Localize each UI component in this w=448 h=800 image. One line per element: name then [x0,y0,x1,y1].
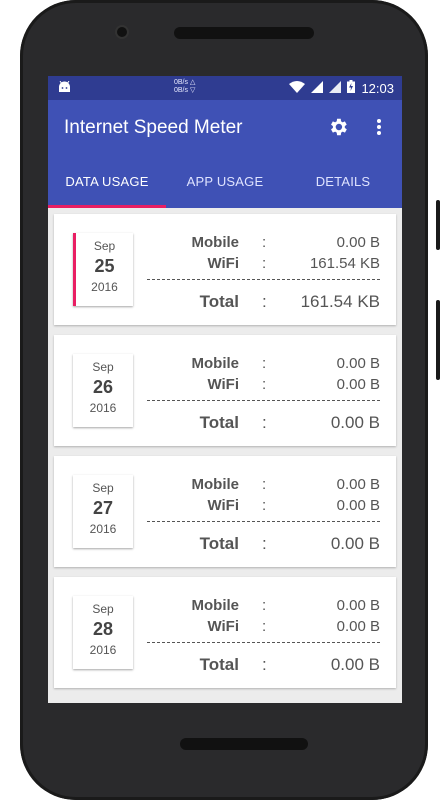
mobile-label: Mobile [191,476,240,493]
settings-gear-icon[interactable] [325,114,351,140]
usage-list: Sep 25 2016 Mobile : 0.00 B WiFi : 161.5… [48,208,402,688]
date-day: 28 [92,619,114,639]
colon: : [262,355,267,372]
colon: : [262,655,267,674]
wifi-icon [289,80,306,96]
date-year: 2016 [91,280,118,294]
total-label: Total [199,413,239,432]
wifi-value: 0.00 B [336,497,380,514]
mobile-value: 0.00 B [336,597,380,614]
top-speaker [174,27,314,39]
mobile-label: Mobile [191,234,240,251]
date-year: 2016 [89,522,117,536]
usage-card[interactable]: Sep 26 2016 Mobile : 0.00 B WiFi : 0.00 … [54,335,396,446]
total-label: Total [199,292,239,311]
tab-bar: DATA USAGE APP USAGE DETAILS [48,154,402,208]
date-day: 26 [92,377,114,397]
wifi-value: 0.00 B [336,376,380,393]
signal-icon [329,80,342,96]
divider [147,400,380,401]
mobile-value: 0.00 B [336,476,380,493]
date-day: 27 [92,498,114,518]
tab-details[interactable]: DETAILS [284,154,402,208]
wifi-label: WiFi [207,255,239,272]
colon: : [262,618,267,635]
date-year: 2016 [89,401,117,415]
date-month: Sep [92,481,114,495]
colon: : [262,292,267,311]
date-month: Sep [92,360,114,374]
mobile-label: Mobile [191,355,240,372]
total-label: Total [199,534,239,553]
divider [147,279,380,280]
mobile-value: 0.00 B [336,234,380,251]
date-badge: Sep 25 2016 [73,233,133,306]
date-month: Sep [93,239,116,253]
colon: : [262,413,267,432]
colon: : [262,534,267,553]
status-icons: 12:03 [289,80,394,96]
date-day: 25 [94,256,115,276]
tab-data-usage[interactable]: DATA USAGE [48,154,166,208]
app-title: Internet Speed Meter [64,117,243,138]
signal-icon [311,80,324,96]
tab-app-usage[interactable]: APP USAGE [166,154,284,208]
colon: : [262,376,267,393]
android-icon [58,80,71,96]
total-value: 161.54 KB [300,292,380,311]
mobile-label: Mobile [191,597,240,614]
date-year: 2016 [89,643,117,657]
mobile-value: 0.00 B [336,355,380,372]
network-speed-indicator: 0B/s △ 0B/s ▽ [174,79,195,95]
usage-card[interactable]: Sep 28 2016 Mobile : 0.00 B WiFi : 0.00 … [54,577,396,688]
total-value: 0.00 B [330,534,380,553]
wifi-value: 0.00 B [336,618,380,635]
front-camera [117,27,127,37]
divider [147,642,380,643]
total-label: Total [199,655,239,674]
bottom-speaker [180,738,308,750]
upload-speed: 0B/s △ [174,79,196,86]
wifi-label: WiFi [207,497,239,514]
divider [147,521,380,522]
usage-card[interactable]: Sep 25 2016 Mobile : 0.00 B WiFi : 161.5… [54,214,396,325]
app-toolbar: Internet Speed Meter [48,100,402,154]
date-badge: Sep 26 2016 [73,354,133,427]
power-button [436,300,440,380]
colon: : [262,597,267,614]
clock-time: 12:03 [361,80,394,96]
date-month: Sep [92,602,114,616]
wifi-label: WiFi [207,376,239,393]
colon: : [262,234,267,251]
status-bar: 0B/s △ 0B/s ▽ 12:03 [48,76,402,100]
battery-charging-icon [347,80,356,96]
colon: : [262,497,267,514]
date-badge: Sep 28 2016 [73,596,133,669]
app-screen: 0B/s △ 0B/s ▽ 12:03 Internet Speed Meter [48,76,402,703]
wifi-label: WiFi [207,618,239,635]
more-vert-icon[interactable] [366,114,392,140]
download-speed: 0B/s ▽ [174,87,196,94]
usage-card[interactable]: Sep 27 2016 Mobile : 0.00 B WiFi : 0.00 … [54,456,396,567]
colon: : [262,255,267,272]
volume-button [436,200,440,250]
total-value: 0.00 B [330,655,380,674]
colon: : [262,476,267,493]
date-badge: Sep 27 2016 [73,475,133,548]
wifi-value: 161.54 KB [309,255,380,272]
total-value: 0.00 B [330,413,380,432]
